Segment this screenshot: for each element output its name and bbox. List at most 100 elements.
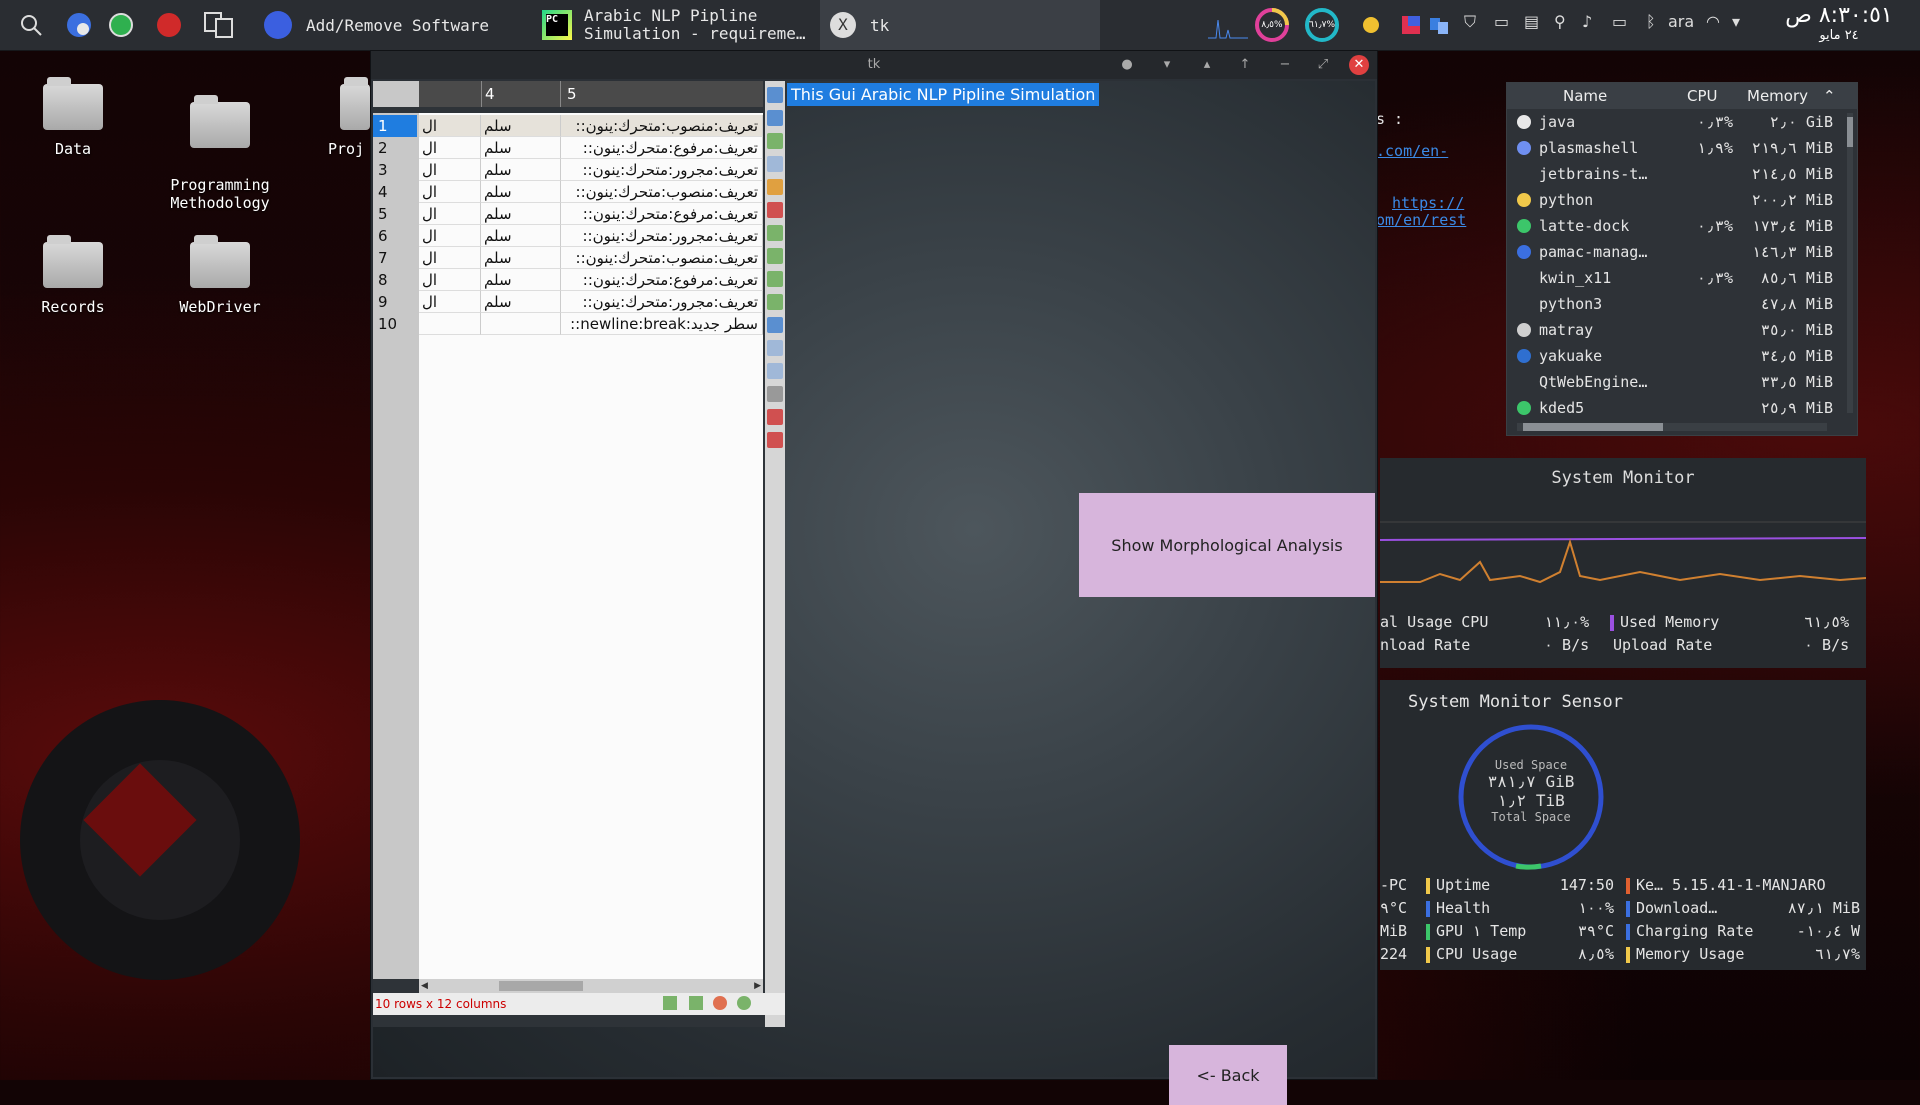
table-cell[interactable]: تعريف:مرفوع:متحرك:ينون:: [561,137,763,159]
table-cell[interactable]: ال [419,203,481,225]
table-cell[interactable]: سطر جديد:newline:break:: [561,313,763,335]
horizontal-scrollbar[interactable]: ◀ ▶ [419,979,763,993]
export-icon[interactable] [663,996,677,1010]
pin-icon[interactable]: ● [1117,55,1137,75]
plot-icon[interactable] [767,202,783,218]
table-cell[interactable]: سلم [481,159,561,181]
background-link[interactable]: om/en/rest [1376,211,1466,229]
table-cell[interactable]: تعريف:مرفوع:متحرك:ينون:: [561,203,763,225]
back-button[interactable]: <- Back [1169,1045,1287,1105]
table-cell[interactable]: تعريف:مرفوع:متحرك:ينون:: [561,269,763,291]
query-icon[interactable] [767,340,783,356]
bluetooth-icon[interactable]: ᛒ [1646,12,1656,31]
melt-icon[interactable] [767,317,783,333]
process-row[interactable]: java ٠٫٣% ٢٫٠ GiB [1513,109,1843,135]
zoom-in-icon[interactable] [737,996,751,1010]
browser-icon[interactable] [64,10,94,40]
location-icon[interactable]: ⚲ [1554,12,1566,31]
table-cell[interactable] [419,313,481,335]
vertical-scrollbar[interactable] [1847,113,1853,413]
desktop-folder-webdriver[interactable]: WebDriver [155,235,285,316]
show-morphological-analysis-button[interactable]: Show Morphological Analysis [1079,493,1375,597]
table-cell[interactable]: تعريف:مجرور:متحرك:ينون:: [561,159,763,181]
table-cell[interactable]: سلم [481,291,561,313]
stats-icon[interactable] [767,363,783,379]
table-cell[interactable]: ال [419,291,481,313]
row-number[interactable]: 5 [373,203,417,225]
table-cell[interactable]: ال [419,115,481,137]
brightness-icon[interactable] [1356,10,1386,40]
aggregate-icon[interactable] [767,248,783,264]
table-cell[interactable]: تعريف:مجرور:متحرك:ينون:: [561,225,763,247]
column-header-name[interactable]: Name [1563,87,1607,105]
load-icon[interactable] [767,110,783,126]
process-row[interactable]: plasmashell ١٫٩% ٢١٩٫٦ MiB [1513,135,1843,161]
column-header[interactable]: 5 [561,81,763,107]
task-pycharm[interactable]: PC Arabic NLP Pipline Simulation - requi… [534,0,818,50]
column-header-memory[interactable]: Memory [1747,87,1808,105]
scrollbar-thumb[interactable] [499,981,583,991]
table-cell[interactable] [481,313,561,335]
search-icon[interactable] [16,10,46,40]
desktops-icon[interactable] [1424,10,1454,40]
table-cell[interactable]: سلم [481,181,561,203]
volume-icon[interactable]: ♪ [1582,12,1592,31]
keep-above-icon[interactable]: ↑ [1235,55,1255,75]
process-row[interactable]: matray ٣٥٫٠ MiB [1513,317,1843,343]
process-row[interactable]: pamac-manag… ١٤٦٫٣ MiB [1513,239,1843,265]
process-row[interactable]: python ٢٠٠٫٢ MiB [1513,187,1843,213]
desktop-folder-proj[interactable]: Proj [300,77,370,158]
scroll-left-icon[interactable]: ◀ [421,981,428,991]
paste-icon[interactable] [767,179,783,195]
process-row[interactable]: jetbrains-t… ٢١٤٫٥ MiB [1513,161,1843,187]
row-number[interactable]: 8 [373,269,417,291]
row-number[interactable]: 7 [373,247,417,269]
translate-icon[interactable] [204,10,234,40]
pdf-reader-icon[interactable] [154,10,184,40]
table-cell[interactable]: سلم [481,203,561,225]
import-icon[interactable] [767,133,783,149]
window-titlebar[interactable]: tk ● ▾ ▴ ↑ − ⤢ ✕ [371,51,1377,79]
column-header-cpu[interactable]: CPU [1687,87,1718,105]
desktop-folder-records[interactable]: Records [8,235,138,316]
wifi-icon[interactable]: ◠ [1706,12,1720,31]
keyboard-layout[interactable]: ara [1668,12,1694,31]
table-cell[interactable]: ال [419,159,481,181]
table-cell[interactable]: تعريف:منصوب:متحرك:ينون:: [561,181,763,203]
row-number[interactable]: 4 [373,181,417,203]
table-cell[interactable]: تعريف:منصوب:متحرك:ينون:: [561,115,763,137]
table-cell[interactable]: تعريف:مجرور:متحرك:ينون:: [561,291,763,313]
scroll-right-icon[interactable]: ▶ [754,981,761,991]
table-cell[interactable]: ال [419,181,481,203]
maximize-icon[interactable]: ⤢ [1313,55,1333,75]
horizontal-scrollbar[interactable] [1517,423,1827,431]
clipboard-icon[interactable]: ▤ [1524,12,1539,31]
table-cell[interactable]: سلم [481,225,561,247]
desktop-folder-data[interactable]: Data [8,77,138,158]
row-number[interactable]: 2 [373,137,417,159]
background-link[interactable]: https:// [1392,194,1464,212]
table-cell[interactable]: تعريف:منصوب:متحرك:ينون:: [561,247,763,269]
table-cell[interactable]: سلم [481,269,561,291]
row-number[interactable]: 3 [373,159,417,181]
table-cell[interactable]: سلم [481,115,561,137]
process-row[interactable]: QtWebEngine… ٣٣٫٥ MiB [1513,369,1843,395]
battery-icon[interactable]: ▭ [1612,12,1627,31]
transpose-icon[interactable] [767,225,783,241]
clock[interactable]: ٨:٣٠:٥١ ص ٢٤ مايو [1764,4,1914,44]
row-number[interactable]: 6 [373,225,417,247]
desktop-folder-programming[interactable]: Programming Methodology [155,84,285,230]
table-cell[interactable]: سلم [481,137,561,159]
row-number[interactable]: 1 [373,115,417,137]
clear-table-icon[interactable] [767,432,783,448]
task-add-remove-software[interactable]: Add/Remove Software [254,0,504,50]
ram-ring-icon[interactable]: ٦١٫٧% [1304,7,1340,43]
chevron-up-icon[interactable]: ▴ [1197,55,1217,75]
row-number[interactable]: 9 [373,291,417,313]
background-link[interactable]: .com/en- [1376,142,1448,160]
table-cell[interactable]: ال [419,269,481,291]
pivot-icon[interactable] [767,294,783,310]
calc-icon[interactable] [767,386,783,402]
row-number[interactable]: 10 [373,313,417,335]
process-row[interactable]: kwin_x11 ٠٫٣% ٨٥٫٦ MiB [1513,265,1843,291]
